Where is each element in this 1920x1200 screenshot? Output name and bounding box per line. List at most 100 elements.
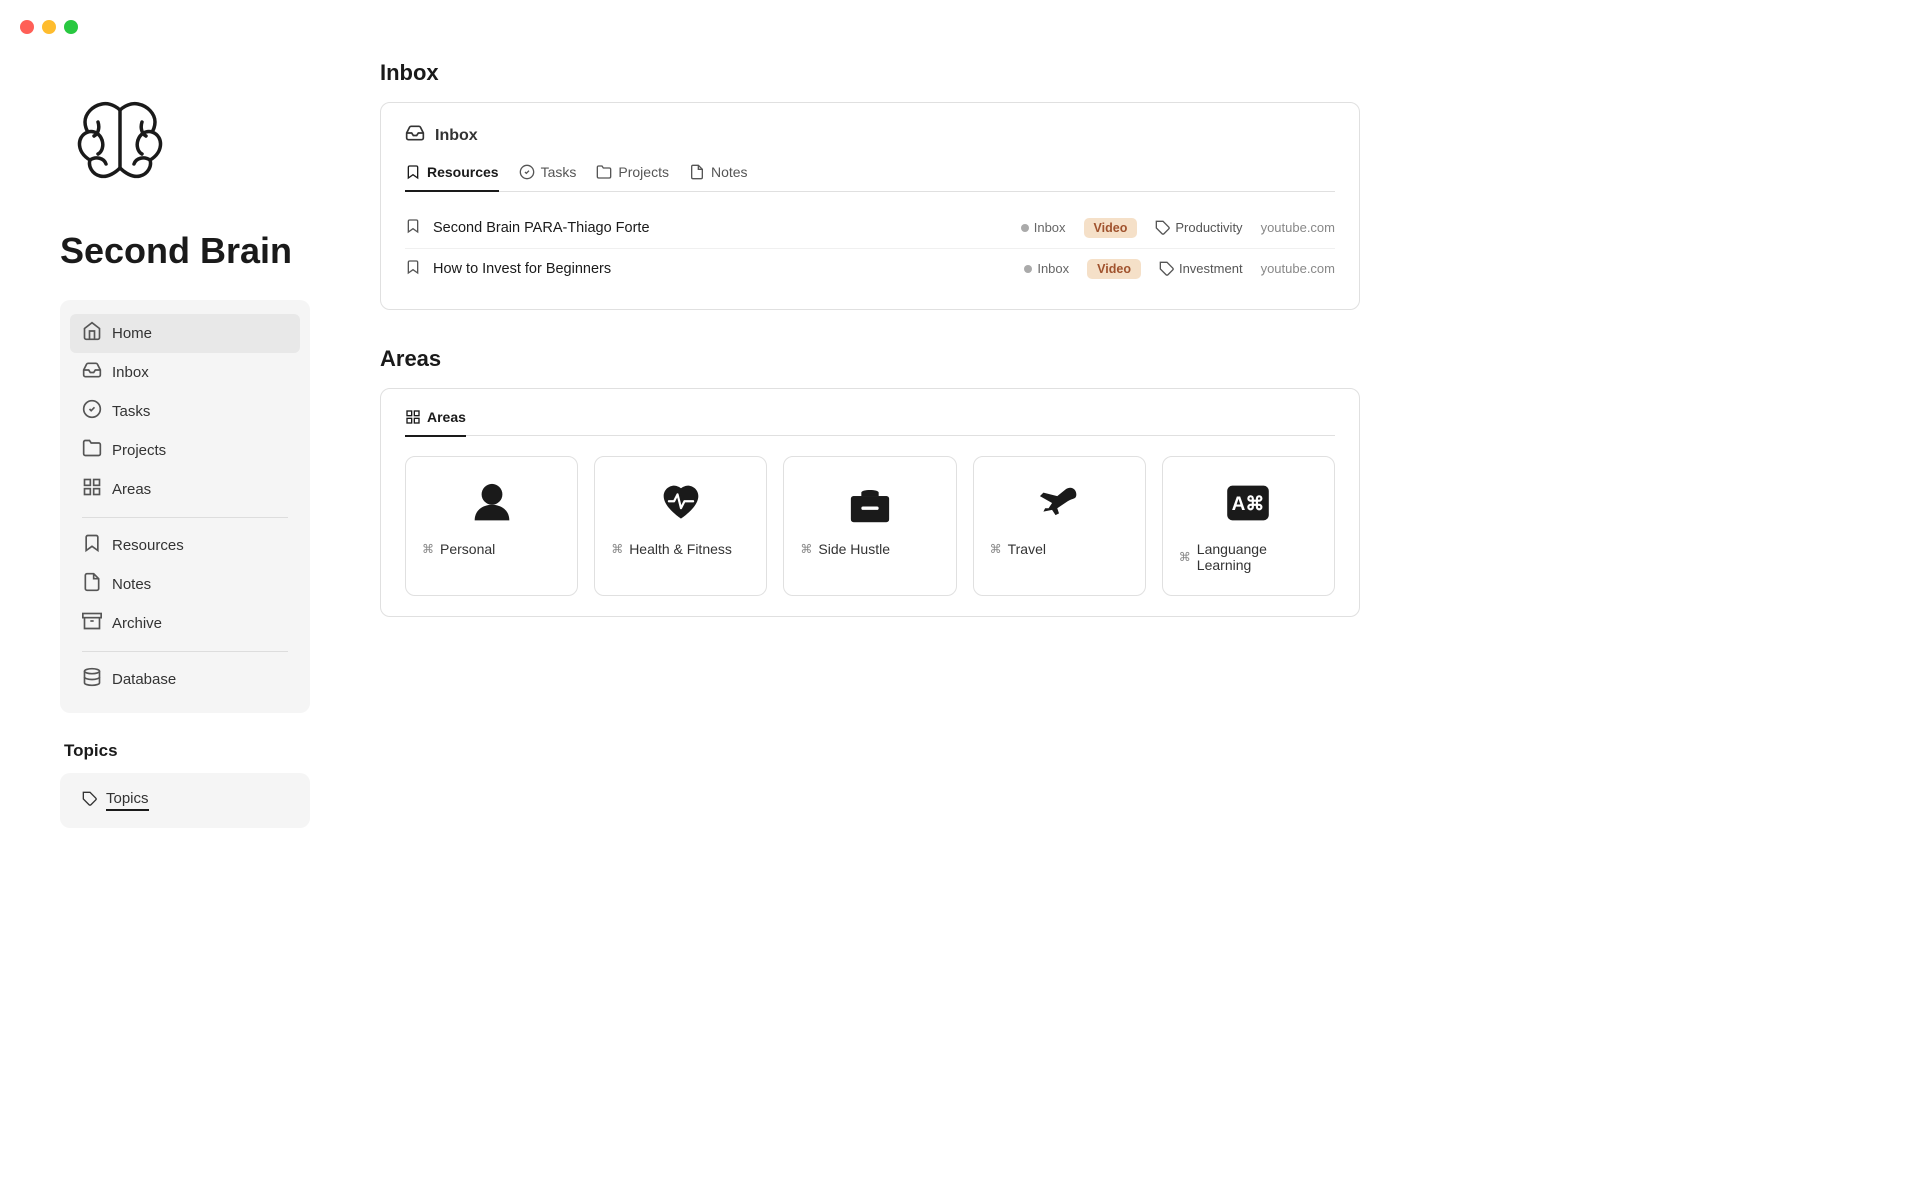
resource-status-2: Inbox (1024, 261, 1069, 276)
language-icon: A⌘ (1179, 477, 1318, 529)
topics-item[interactable]: Topics (70, 783, 300, 818)
sidebar-item-database[interactable]: Database (70, 660, 300, 699)
areas-tabs: Areas (405, 409, 1335, 437)
sidebar-item-home-label: Home (112, 325, 152, 342)
sidebar-item-tasks[interactable]: Tasks (70, 392, 300, 431)
sidebar-item-home[interactable]: Home (70, 314, 300, 353)
resource-source-1: youtube.com (1261, 220, 1335, 235)
page-title: Second Brain (60, 230, 310, 272)
cmd-icon-travel: ⌘ (990, 542, 1002, 556)
tab-projects[interactable]: Projects (596, 164, 669, 192)
tab-areas[interactable]: Areas (405, 409, 466, 437)
sidebar-item-areas[interactable]: Areas (70, 470, 300, 509)
resource-status-1: Inbox (1021, 220, 1066, 235)
area-card-language-label: ⌘ Languange Learning (1179, 541, 1318, 573)
traffic-lights (20, 20, 78, 34)
sidebar-item-notes-label: Notes (112, 576, 151, 593)
app-container: Second Brain Home Inbox (0, 0, 1920, 868)
area-card-personal-label: ⌘ Personal (422, 541, 495, 557)
sidebar-item-archive[interactable]: Archive (70, 604, 300, 643)
sidebar-item-resources[interactable]: Resources (70, 526, 300, 565)
sidebar-item-tasks-label: Tasks (112, 403, 150, 420)
sidebar-item-inbox[interactable]: Inbox (70, 353, 300, 392)
topics-item-label: Topics (106, 790, 149, 811)
database-icon (82, 667, 102, 692)
person-icon (422, 477, 561, 529)
areas-block: Areas ⌘ (380, 388, 1360, 618)
resource-name-2[interactable]: How to Invest for Beginners (433, 261, 1012, 277)
sidebar-item-database-label: Database (112, 671, 176, 688)
sidebar-item-areas-label: Areas (112, 481, 151, 498)
cmd-icon-sidehustle: ⌘ (800, 542, 812, 556)
archive-icon (82, 611, 102, 636)
airplane-icon (990, 477, 1129, 529)
sidebar-item-notes[interactable]: Notes (70, 565, 300, 604)
tab-areas-label: Areas (427, 409, 466, 425)
tab-resources-label: Resources (427, 164, 499, 180)
briefcase-icon (800, 477, 939, 529)
area-card-health-label: ⌘ Health & Fitness (611, 541, 732, 557)
inbox-block-header: Inbox (405, 123, 1335, 148)
tag-icon (82, 791, 98, 811)
resources-icon (82, 533, 102, 558)
left-panel: Second Brain Home Inbox (0, 60, 340, 868)
area-card-travel[interactable]: ⌘ Travel (973, 456, 1146, 596)
resource-type-1: Video (1084, 218, 1138, 238)
sidebar-item-projects[interactable]: Projects (70, 431, 300, 470)
areas-icon (82, 477, 102, 502)
areas-section-heading: Areas (380, 346, 1360, 372)
resource-type-2: Video (1087, 259, 1141, 279)
tab-tasks-label: Tasks (541, 164, 577, 180)
cmd-icon-language: ⌘ (1179, 550, 1191, 564)
topics-heading: Topics (60, 741, 310, 761)
status-dot-2 (1024, 265, 1032, 273)
resource-topic-2: Investment (1159, 261, 1243, 277)
area-card-health[interactable]: ⌘ Health & Fitness (594, 456, 767, 596)
tab-tasks[interactable]: Tasks (519, 164, 577, 192)
inbox-block-title: Inbox (435, 127, 478, 145)
right-content: Inbox Inbox Resources (340, 60, 1440, 868)
tab-projects-label: Projects (618, 164, 669, 180)
resource-row: Second Brain PARA-Thiago Forte Inbox Vid… (405, 208, 1335, 249)
inbox-tabs: Resources Tasks Projects Notes (405, 164, 1335, 192)
resource-name-1[interactable]: Second Brain PARA-Thiago Forte (433, 220, 1009, 236)
sidebar-item-projects-label: Projects (112, 442, 166, 459)
area-card-language[interactable]: A⌘ ⌘ Languange Learning (1162, 456, 1335, 596)
tab-notes-label: Notes (711, 164, 748, 180)
tab-resources[interactable]: Resources (405, 164, 499, 192)
status-dot-1 (1021, 224, 1029, 232)
resource-row-2: How to Invest for Beginners Inbox Video … (405, 249, 1335, 289)
area-card-sidehustle[interactable]: ⌘ Side Hustle (783, 456, 956, 596)
projects-icon (82, 438, 102, 463)
tab-notes[interactable]: Notes (689, 164, 748, 192)
inbox-section-heading: Inbox (380, 60, 1360, 86)
brain-logo (60, 80, 180, 200)
sidebar-item-archive-label: Archive (112, 615, 162, 632)
resource-topic-1: Productivity (1155, 220, 1242, 236)
close-button[interactable] (20, 20, 34, 34)
notes-icon (82, 572, 102, 597)
areas-grid: ⌘ Personal ⌘ (405, 456, 1335, 596)
topics-section: Topics Topics (60, 741, 310, 828)
area-card-personal[interactable]: ⌘ Personal (405, 456, 578, 596)
resource-bookmark-icon-2 (405, 259, 421, 278)
minimize-button[interactable] (42, 20, 56, 34)
inbox-block-icon (405, 123, 425, 148)
home-icon (82, 321, 102, 346)
main-layout: Second Brain Home Inbox (0, 60, 1920, 868)
svg-text:A⌘: A⌘ (1232, 494, 1265, 515)
inbox-icon (82, 360, 102, 385)
inbox-block: Inbox Resources Tasks Projects (380, 102, 1360, 310)
resource-bookmark-icon-1 (405, 218, 421, 237)
sidebar-item-resources-label: Resources (112, 537, 184, 554)
area-card-sidehustle-label: ⌘ Side Hustle (800, 541, 890, 557)
sidebar-nav: Home Inbox Tasks (60, 300, 310, 713)
cmd-icon-personal: ⌘ (422, 542, 434, 556)
maximize-button[interactable] (64, 20, 78, 34)
nav-divider-1 (82, 517, 288, 518)
topics-sub: Topics (60, 773, 310, 828)
cmd-icon-health: ⌘ (611, 542, 623, 556)
sidebar-item-inbox-label: Inbox (112, 364, 149, 381)
heart-pulse-icon (611, 477, 750, 529)
tasks-icon (82, 399, 102, 424)
